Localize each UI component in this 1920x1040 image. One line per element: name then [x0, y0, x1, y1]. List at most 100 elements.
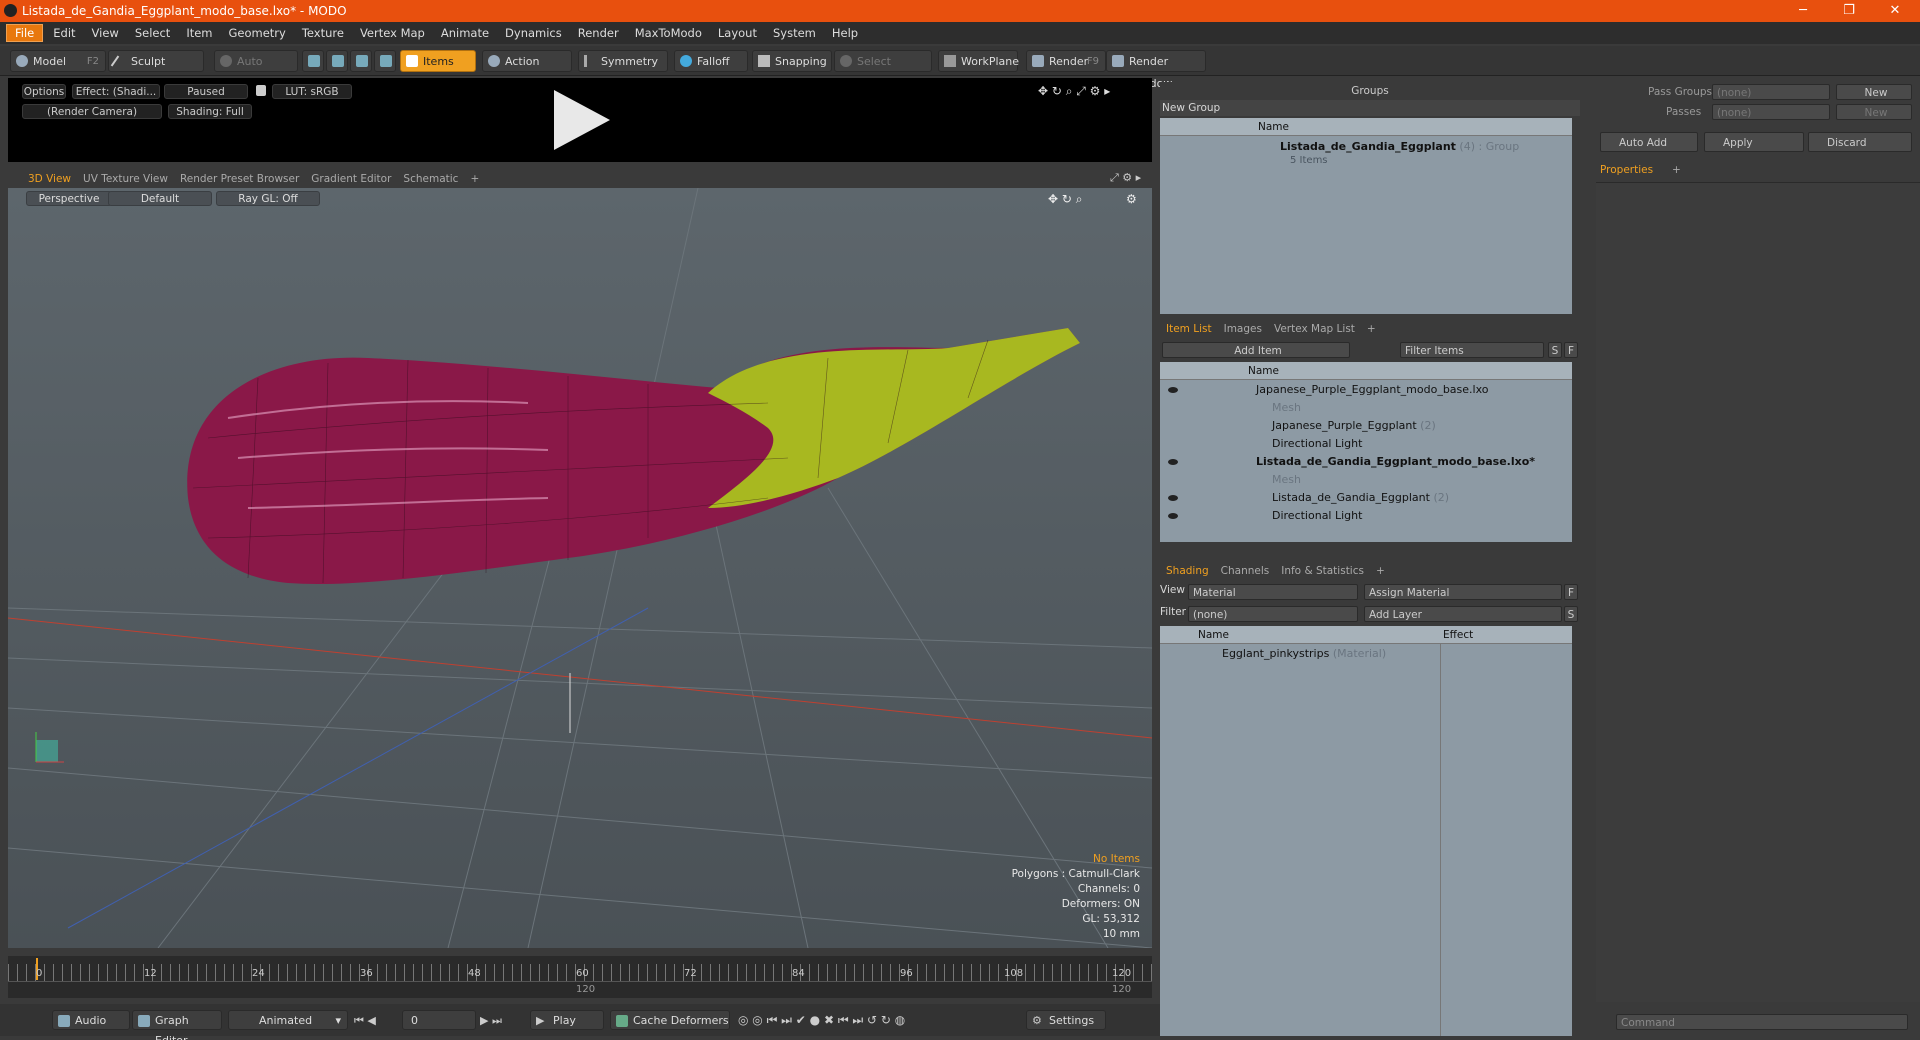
- workplane-button[interactable]: WorkPlane: [938, 50, 1019, 72]
- scene-row-2[interactable]: Listada_de_Gandia_Eggplant_modo_base.lxo…: [1256, 453, 1535, 471]
- edges-mode-button[interactable]: [326, 50, 348, 72]
- shader-tree[interactable]: Name Effect Egglant_pinkystrips (Materia…: [1160, 626, 1572, 1036]
- visibility-eye-icon[interactable]: [1168, 495, 1178, 501]
- play-icon[interactable]: [546, 86, 614, 154]
- shading-s-button[interactable]: S: [1564, 606, 1578, 622]
- auto-select-button[interactable]: Auto Select: [214, 50, 298, 90]
- tab-add-panel[interactable]: +: [1361, 323, 1382, 335]
- preview-nav-icons[interactable]: ✥ ↻ ⌕ ⤢ ⚙ ▸: [1038, 84, 1110, 99]
- frame-input[interactable]: 0: [402, 1010, 476, 1030]
- add-layer-dropdown[interactable]: Add Layer: [1364, 606, 1562, 622]
- menu-system[interactable]: System: [765, 22, 824, 44]
- pass-groups-dropdown[interactable]: (none): [1712, 84, 1830, 100]
- key-tools-icons[interactable]: ◎ ◎ ⏮ ⏭ ✔ ● ✖ ⏮ ⏭ ↺ ↻ ◍: [738, 1013, 905, 1028]
- tab-3d-view[interactable]: 3D View: [22, 170, 78, 190]
- audio-button[interactable]: Audio: [52, 1010, 130, 1030]
- items-mode-button[interactable]: Items: [400, 50, 476, 72]
- light-row-1[interactable]: Directional Light: [1272, 435, 1362, 453]
- eggplant-stem[interactable]: [708, 328, 1080, 508]
- 3d-viewport[interactable]: Perspective Default Ray GL: Off ✥ ↻ ⌕ ⚙: [8, 188, 1152, 948]
- menu-select[interactable]: Select: [127, 22, 178, 44]
- tab-vertex-map-list[interactable]: Vertex Map List: [1268, 323, 1361, 335]
- shading-dropdown[interactable]: Shading: Full: [168, 104, 252, 119]
- tab-item-list[interactable]: Item List: [1160, 323, 1218, 335]
- discard-button[interactable]: Discard: [1808, 132, 1912, 152]
- tab-add-properties[interactable]: +: [1672, 164, 1681, 176]
- material-row[interactable]: Egglant_pinkystrips (Material): [1222, 645, 1386, 663]
- visibility-eye-icon[interactable]: [1168, 387, 1178, 393]
- tab-add[interactable]: +: [464, 170, 485, 188]
- command-input[interactable]: Command: [1616, 1014, 1908, 1030]
- transport-nav-icons[interactable]: ⏮ ◀: [354, 1014, 376, 1028]
- menu-file[interactable]: File: [6, 24, 44, 42]
- menu-dynamics[interactable]: Dynamics: [497, 22, 570, 44]
- menu-geometry[interactable]: Geometry: [221, 22, 294, 44]
- tab-add-shading[interactable]: +: [1370, 565, 1391, 577]
- menu-view[interactable]: View: [84, 22, 127, 44]
- tab-channels[interactable]: Channels: [1215, 565, 1276, 577]
- menu-vertex-map[interactable]: Vertex Map: [352, 22, 433, 44]
- item-list[interactable]: Name Japanese_Purple_Eggplant_modo_base.…: [1160, 362, 1572, 542]
- filter-items-input[interactable]: Filter Items: [1400, 342, 1544, 358]
- minimize-button[interactable]: ─: [1780, 0, 1826, 22]
- tab-uv-texture-view[interactable]: UV Texture View: [77, 170, 174, 188]
- groups-list[interactable]: Name Listada_de_Gandia_Eggplant (4) : Gr…: [1160, 118, 1572, 314]
- mesh-row-2[interactable]: Mesh: [1272, 471, 1301, 489]
- snapping-button[interactable]: Snapping: [752, 50, 832, 72]
- action-center-button[interactable]: Action Center: [482, 50, 572, 90]
- add-item-dropdown[interactable]: Add Item: [1162, 342, 1350, 358]
- transport-fwd-icons[interactable]: ▶ ⏭: [480, 1014, 502, 1028]
- menu-animate[interactable]: Animate: [433, 22, 497, 44]
- sculpt-button[interactable]: Sculpt: [108, 50, 204, 72]
- select-through-button[interactable]: Select Through: [834, 50, 932, 90]
- render-button[interactable]: Render F9: [1026, 50, 1106, 72]
- filter-dropdown[interactable]: (none): [1188, 606, 1358, 622]
- view-material-dropdown[interactable]: Material: [1188, 584, 1358, 600]
- vertices-mode-button[interactable]: [302, 50, 324, 72]
- tab-render-preset-browser[interactable]: Render Preset Browser: [174, 170, 305, 188]
- paused-button[interactable]: Paused: [164, 84, 248, 99]
- materials-mode-button[interactable]: [374, 50, 396, 72]
- apply-button[interactable]: Apply: [1704, 132, 1804, 152]
- play-button[interactable]: ▶ Play: [530, 1010, 604, 1030]
- close-button[interactable]: ✕: [1872, 0, 1918, 22]
- render-preview[interactable]: Options Effect: (Shadi... Paused LUT: sR…: [8, 78, 1152, 162]
- filter-f-button[interactable]: F: [1564, 342, 1578, 358]
- camera-dropdown[interactable]: (Render Camera): [22, 104, 162, 119]
- tab-info-statistics[interactable]: Info & Statistics: [1275, 565, 1370, 577]
- graph-editor-button[interactable]: Graph Editor: [132, 1010, 222, 1040]
- maximize-button[interactable]: ❐: [1826, 0, 1872, 22]
- tab-properties[interactable]: Properties: [1600, 164, 1653, 176]
- new-pass-group-button[interactable]: New: [1836, 84, 1912, 100]
- visibility-eye-icon[interactable]: [1168, 459, 1178, 465]
- menu-layout[interactable]: Layout: [710, 22, 765, 44]
- tab-schematic[interactable]: Schematic: [397, 170, 464, 188]
- cache-deformers-button[interactable]: Cache Deformers: [610, 1010, 730, 1030]
- menu-render[interactable]: Render: [570, 22, 627, 44]
- tab-images[interactable]: Images: [1218, 323, 1268, 335]
- menu-help[interactable]: Help: [824, 22, 866, 44]
- menu-item[interactable]: Item: [178, 22, 220, 44]
- tab-gradient-editor[interactable]: Gradient Editor: [305, 170, 397, 188]
- scene-canvas[interactable]: [8, 188, 1152, 948]
- menu-texture[interactable]: Texture: [294, 22, 352, 44]
- animated-dropdown[interactable]: Animated ▾: [228, 1010, 348, 1030]
- tab-shading[interactable]: Shading: [1160, 565, 1215, 577]
- new-pass-button[interactable]: New: [1836, 104, 1912, 120]
- filter-s-button[interactable]: S: [1548, 342, 1562, 358]
- symmetry-button[interactable]: Symmetry: [578, 50, 668, 72]
- light-row-2[interactable]: Directional Light: [1272, 507, 1362, 525]
- eggplant-row-1[interactable]: Japanese_Purple_Eggplant (2): [1272, 417, 1436, 435]
- mesh-row-1[interactable]: Mesh: [1272, 399, 1301, 417]
- polygons-mode-button[interactable]: [350, 50, 372, 72]
- render-window-button[interactable]: Render Window: [1106, 50, 1206, 90]
- assign-material-button[interactable]: Assign Material: [1364, 584, 1562, 600]
- lock-icon[interactable]: [256, 85, 266, 96]
- visibility-eye-icon[interactable]: [1168, 513, 1178, 519]
- menu-edit[interactable]: Edit: [45, 22, 83, 44]
- viewport-maximize-icon[interactable]: ⤢ ⚙ ▸: [1110, 171, 1141, 185]
- settings-button[interactable]: ⚙ Settings: [1026, 1010, 1106, 1030]
- options-button[interactable]: Options: [22, 84, 66, 99]
- model-button[interactable]: Model F2: [10, 50, 106, 72]
- timeline[interactable]: 0 12 24 36 48 60 72 84 96 108 120 120 12…: [8, 956, 1152, 998]
